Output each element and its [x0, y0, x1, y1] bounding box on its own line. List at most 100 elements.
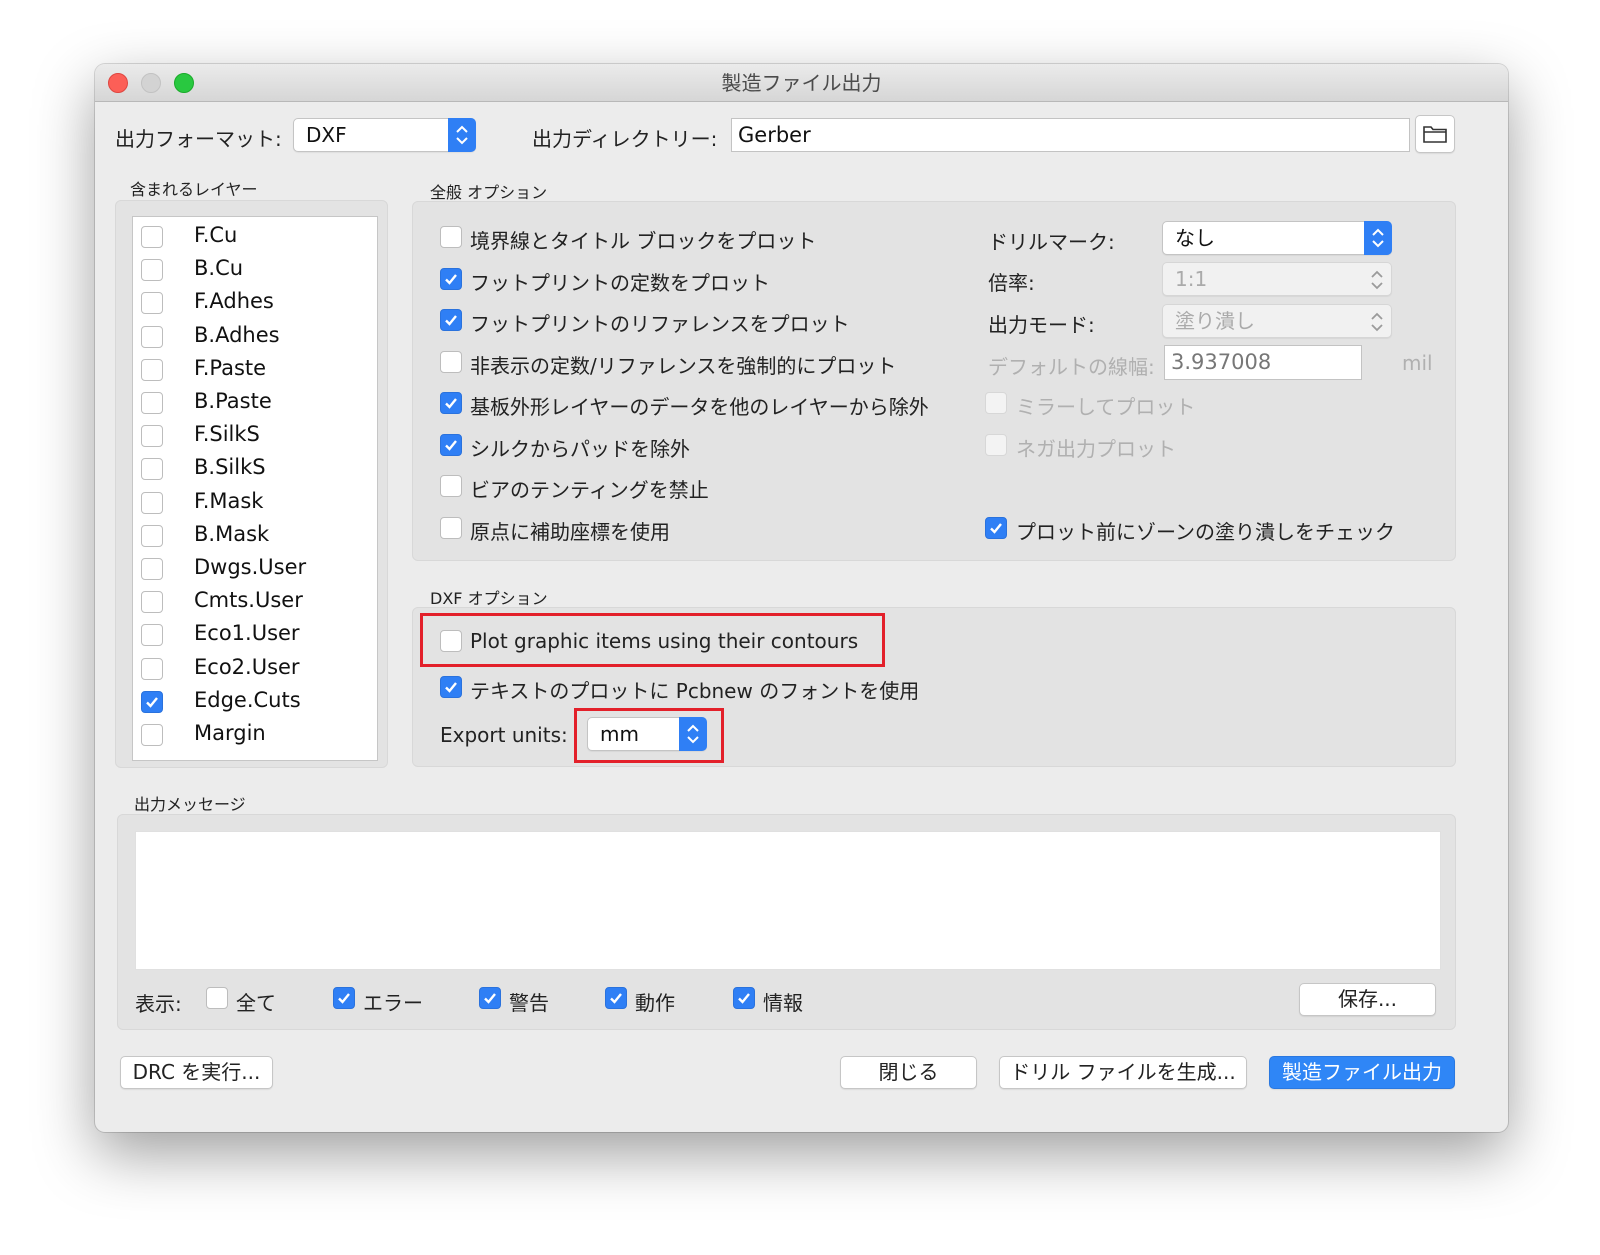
layer-name: F.Adhes: [194, 289, 274, 314]
output-mode-select[interactable]: 塗り潰し: [1162, 304, 1392, 338]
messages-group-label: 出力メッセージ: [134, 795, 246, 814]
general-option-checkbox[interactable]: [440, 392, 462, 414]
layer-row[interactable]: Cmts.User: [133, 585, 377, 618]
title-bar: 製造ファイル出力: [95, 64, 1508, 102]
chevron-updown-icon: [448, 118, 476, 152]
layer-row[interactable]: F.Cu: [133, 220, 377, 253]
checkmark-icon: [445, 273, 457, 285]
save-messages-button[interactable]: 保存...: [1299, 983, 1436, 1016]
layer-row[interactable]: Margin: [133, 718, 377, 751]
general-options-label: 全般 オプション: [430, 183, 548, 202]
message-filter-label: 情報: [763, 991, 803, 1015]
message-filter-checkbox[interactable]: [333, 987, 355, 1009]
layer-checkbox[interactable]: [141, 591, 163, 614]
checkmark-icon: [445, 682, 457, 693]
plot-button[interactable]: 製造ファイル出力: [1269, 1056, 1455, 1089]
layer-name: Eco1.User: [194, 621, 300, 646]
layer-checkbox[interactable]: [141, 657, 163, 680]
layer-name: Margin: [194, 721, 266, 745]
plot-dialog: 製造ファイル出力 出力フォーマット: DXF 出力ディレクトリー: Gerber…: [95, 64, 1508, 1132]
close-button[interactable]: 閉じる: [840, 1056, 977, 1089]
layer-checkbox[interactable]: [141, 325, 163, 348]
layer-row[interactable]: F.SilkS: [133, 419, 377, 452]
export-units-label: Export units:: [440, 723, 568, 747]
mirror-label: ミラーしてプロット: [1016, 395, 1196, 419]
chevron-updown-icon: [1369, 305, 1385, 337]
layer-checkbox[interactable]: [141, 491, 163, 514]
checkmark-icon: [990, 523, 1002, 534]
layer-checkbox[interactable]: [141, 724, 163, 746]
checkmark-icon: [610, 993, 622, 1004]
layer-name: Cmts.User: [194, 588, 303, 613]
message-filter-checkbox[interactable]: [605, 987, 627, 1009]
layer-row[interactable]: Eco1.User: [133, 618, 377, 651]
scale-select[interactable]: 1:1: [1162, 262, 1392, 296]
layer-checkbox[interactable]: [141, 690, 163, 713]
output-dir-value: Gerber: [738, 123, 811, 147]
general-option-label: 境界線とタイトル ブロックをプロット: [470, 229, 817, 253]
message-filter-label: エラー: [363, 991, 423, 1015]
layer-checkbox[interactable]: [141, 425, 163, 448]
message-filter-label: 警告: [509, 991, 549, 1015]
layer-name: B.SilkS: [194, 455, 266, 480]
pcbnew-font-checkbox[interactable]: [440, 676, 462, 698]
layer-checkbox[interactable]: [141, 292, 163, 315]
layer-row[interactable]: B.Mask: [133, 519, 377, 552]
layer-checkbox[interactable]: [141, 524, 163, 547]
message-filter-checkbox[interactable]: [206, 987, 228, 1009]
negative-label: ネガ出力プロット: [1016, 437, 1176, 461]
format-value: DXF: [306, 123, 347, 147]
output-dir-input[interactable]: Gerber: [731, 118, 1410, 152]
format-select[interactable]: DXF: [293, 118, 476, 152]
layer-row[interactable]: F.Adhes: [133, 286, 377, 319]
checkmark-icon: [484, 993, 496, 1004]
layer-row[interactable]: Eco2.User: [133, 652, 377, 685]
drill-marks-select[interactable]: なし: [1162, 221, 1392, 255]
layer-checkbox[interactable]: [141, 358, 163, 381]
layer-row[interactable]: B.Paste: [133, 386, 377, 419]
layer-name: Dwgs.User: [194, 555, 307, 579]
mirror-checkbox[interactable]: [985, 392, 1007, 414]
general-options-groupbox: [412, 201, 1456, 561]
message-output-area[interactable]: [135, 831, 1441, 970]
layer-checkbox[interactable]: [141, 558, 163, 580]
generate-drill-button[interactable]: ドリル ファイルを生成...: [999, 1056, 1247, 1089]
layer-name: B.Mask: [194, 521, 270, 546]
layer-list[interactable]: F.Cu B.Cu F.Adhes B.Adhes F.Paste B.Paste F.Si…: [132, 216, 378, 761]
layer-row[interactable]: F.Paste: [133, 353, 377, 386]
general-option-checkbox[interactable]: [440, 350, 462, 373]
message-filter-checkbox[interactable]: [733, 987, 755, 1009]
negative-checkbox[interactable]: [985, 434, 1007, 456]
line-width-input[interactable]: 3.937008: [1164, 345, 1362, 380]
general-option-label: フットプリントの定数をプロット: [470, 270, 770, 295]
general-option-checkbox[interactable]: [440, 309, 462, 331]
layer-checkbox[interactable]: [141, 259, 163, 282]
layer-checkbox[interactable]: [141, 226, 163, 248]
layer-row[interactable]: B.SilkS: [133, 452, 377, 485]
browse-folder-button[interactable]: [1415, 115, 1455, 153]
layer-row[interactable]: Dwgs.User: [133, 552, 377, 585]
general-option-label: 原点に補助座標を使用: [470, 519, 670, 544]
general-option-checkbox[interactable]: [440, 433, 462, 456]
layer-checkbox[interactable]: [141, 624, 163, 647]
drill-marks-value: なし: [1175, 226, 1215, 250]
message-filter-checkbox[interactable]: [479, 987, 501, 1009]
checkmark-icon: [445, 315, 457, 326]
layer-row[interactable]: B.Cu: [133, 253, 377, 286]
layer-name: B.Adhes: [194, 322, 280, 347]
zone-check-checkbox[interactable]: [985, 517, 1007, 539]
layer-name: Eco2.User: [194, 654, 300, 679]
layer-row[interactable]: F.Mask: [133, 486, 377, 519]
layer-checkbox[interactable]: [141, 392, 163, 414]
layer-checkbox[interactable]: [141, 458, 163, 481]
output-dir-label: 出力ディレクトリー:: [532, 127, 718, 151]
line-width-label: デフォルトの線幅:: [988, 355, 1155, 379]
run-drc-button[interactable]: DRC を実行...: [120, 1056, 273, 1089]
general-option-checkbox[interactable]: [440, 226, 462, 248]
layer-name: F.Cu: [194, 223, 238, 247]
general-option-checkbox[interactable]: [440, 267, 462, 290]
general-option-checkbox[interactable]: [440, 475, 462, 497]
general-option-checkbox[interactable]: [440, 516, 462, 539]
layer-row[interactable]: B.Adhes: [133, 320, 377, 353]
layer-row[interactable]: Edge.Cuts: [133, 685, 377, 718]
